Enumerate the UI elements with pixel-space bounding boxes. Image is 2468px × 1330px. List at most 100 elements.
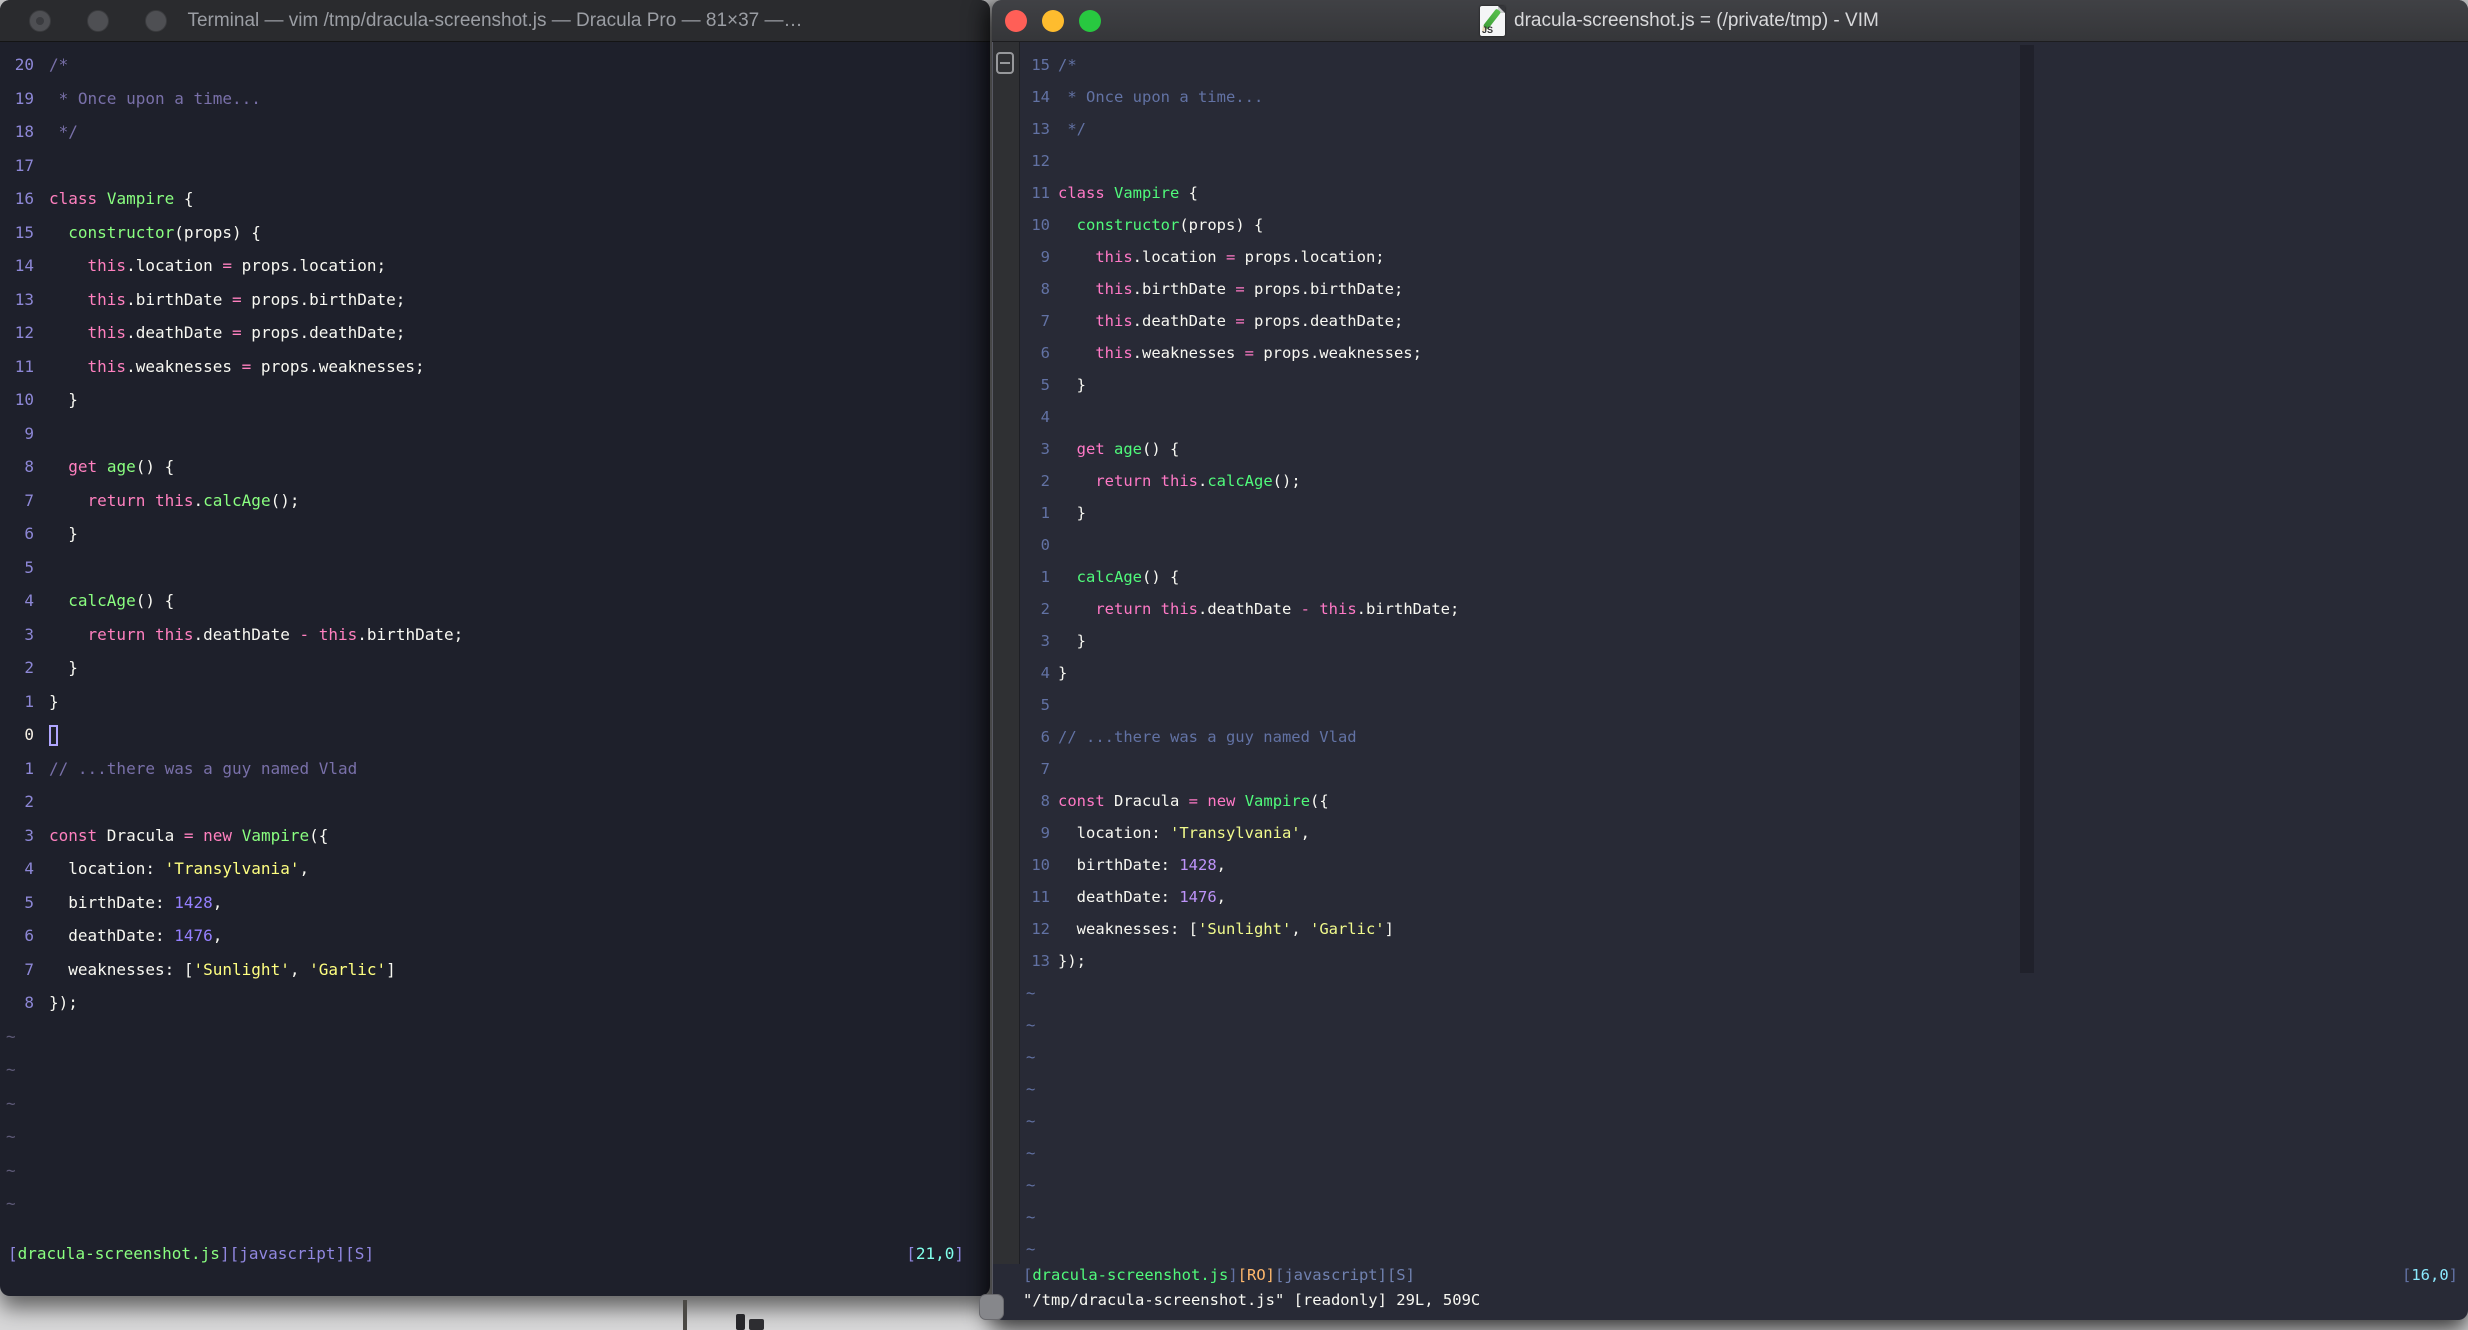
code-token: =	[1225, 248, 1236, 266]
code-token: ]	[1384, 920, 1394, 938]
line-number: 10	[1031, 856, 1050, 874]
line-number: 9	[1040, 248, 1050, 266]
code-token: this	[1095, 280, 1133, 298]
line-number: 6	[24, 524, 34, 544]
code-line: 10 }	[0, 383, 990, 417]
line-number: 8	[24, 993, 34, 1013]
code-token: ,	[1300, 824, 1310, 842]
code-token: get	[1076, 440, 1105, 458]
line-number: 17	[14, 155, 34, 175]
macvim-window: JS dracula-screenshot.js = (/private/tmp…	[992, 0, 2468, 1320]
code-token: =	[222, 256, 233, 276]
code-token: deathDate:	[1058, 888, 1180, 906]
zoom-button-icon[interactable]	[1079, 10, 1101, 32]
code-token: =	[1188, 792, 1199, 810]
code-token: }	[1058, 504, 1086, 522]
tilde-marker: ~	[6, 1026, 16, 1046]
code-token: birthDate:	[1058, 856, 1180, 874]
close-button-icon[interactable]	[1005, 10, 1027, 32]
code-token: deathDate:	[49, 926, 175, 946]
code-line: 3 return this .deathDate - this .birthDate…	[0, 618, 990, 652]
code-line: 20 /*	[0, 48, 990, 82]
line-number: 11	[1031, 888, 1050, 906]
terminal-titlebar[interactable]: Terminal — vim /tmp/dracula-screenshot.j…	[0, 0, 990, 42]
background-window-artifact	[683, 1300, 687, 1330]
code-token: =	[232, 323, 242, 343]
document-proxy-icon[interactable]: JS	[1480, 6, 1505, 36]
code-token: 'Garlic'	[309, 959, 387, 979]
empty-line-tilde: ~	[1020, 1041, 2468, 1073]
line-number: 2	[24, 792, 34, 812]
empty-line-tilde: ~	[1020, 1009, 2468, 1041]
code-line: 15 constructor (props) {	[0, 216, 990, 250]
code-token: 1428	[174, 892, 213, 912]
code-token: * Once upon a time...	[49, 88, 261, 108]
scrollbar-thumb[interactable]	[996, 52, 1014, 74]
code-token: this	[1160, 600, 1198, 618]
code-token: ]	[386, 959, 396, 979]
code-token: 'Sunlight'	[1197, 920, 1292, 938]
code-token: 'Garlic'	[1309, 920, 1385, 938]
line-number: 12	[14, 323, 34, 343]
code-line: 8});	[0, 986, 990, 1020]
status-segment: ]	[219, 1244, 230, 1263]
code-token: this	[154, 490, 194, 510]
scrollbar-track[interactable]	[993, 42, 1020, 1264]
tilde-marker: ~	[1026, 1048, 1036, 1066]
line-number: 2	[1040, 472, 1050, 490]
code-line: 8 this .birthDate = props.birthDate;	[1020, 273, 2468, 305]
tilde-marker: ~	[6, 1160, 16, 1180]
ruler-position: [21,0]	[906, 1240, 964, 1267]
tilde-marker: ~	[1026, 1240, 1036, 1258]
code-line: 12 weaknesses: ['Sunlight', 'Garlic']	[1020, 913, 2468, 945]
code-token: =	[1235, 280, 1245, 298]
code-token: */	[1058, 120, 1086, 138]
line-number: 19	[14, 88, 34, 108]
code-token: (props) {	[174, 222, 261, 242]
code-line: 6 deathDate: 1476,	[0, 919, 990, 953]
code-line: 9	[0, 417, 990, 451]
code-token: .	[1198, 472, 1208, 490]
code-token: return	[87, 624, 146, 644]
tilde-marker: ~	[1026, 1080, 1036, 1098]
status-segment: [RO]	[1237, 1266, 1275, 1284]
code-token: =	[1235, 312, 1245, 330]
minimize-button-icon[interactable]	[1042, 10, 1064, 32]
macvim-titlebar[interactable]: JS dracula-screenshot.js = (/private/tmp…	[992, 0, 2468, 42]
code-token: calcAge	[203, 490, 271, 510]
code-token: 'Transylvania'	[164, 859, 300, 879]
code-token: props.weaknesses;	[251, 356, 425, 376]
vim-buffer-right[interactable]: 15/* 14 * Once upon a time... 13 */12 11 cla…	[1020, 42, 2468, 1320]
scrollbar-end-cap[interactable]	[979, 1294, 1004, 1320]
background-window-artifact	[749, 1319, 764, 1330]
code-token: .deathDate	[193, 624, 300, 644]
code-line: 4 calcAge() {	[0, 584, 990, 618]
code-token: ,	[212, 892, 223, 912]
code-line: 14 this .location = props.location;	[0, 249, 990, 283]
code-token: this	[1160, 472, 1198, 490]
code-token: this	[154, 624, 194, 644]
code-token: this	[1095, 312, 1133, 330]
code-token: .location	[1132, 248, 1226, 266]
code-token: 'Transylvania'	[1169, 824, 1301, 842]
code-token: this	[1095, 248, 1133, 266]
vim-buffer-left[interactable]: 20/* 19 * Once upon a time... 18 */17 16 cla…	[0, 42, 990, 1296]
code-token: props.deathDate;	[1244, 312, 1404, 330]
code-line: 13 this .birthDate = props.birthDate;	[0, 283, 990, 317]
code-line: 12 this .deathDate = props.deathDate;	[0, 316, 990, 350]
code-line: 2 }	[0, 651, 990, 685]
status-segment: 21,0	[915, 1244, 955, 1263]
code-token: () {	[135, 591, 175, 611]
code-token: {	[174, 189, 194, 209]
vim-cmdline: "/tmp/dracula-screenshot.js" [readonly] …	[1023, 1291, 1481, 1309]
